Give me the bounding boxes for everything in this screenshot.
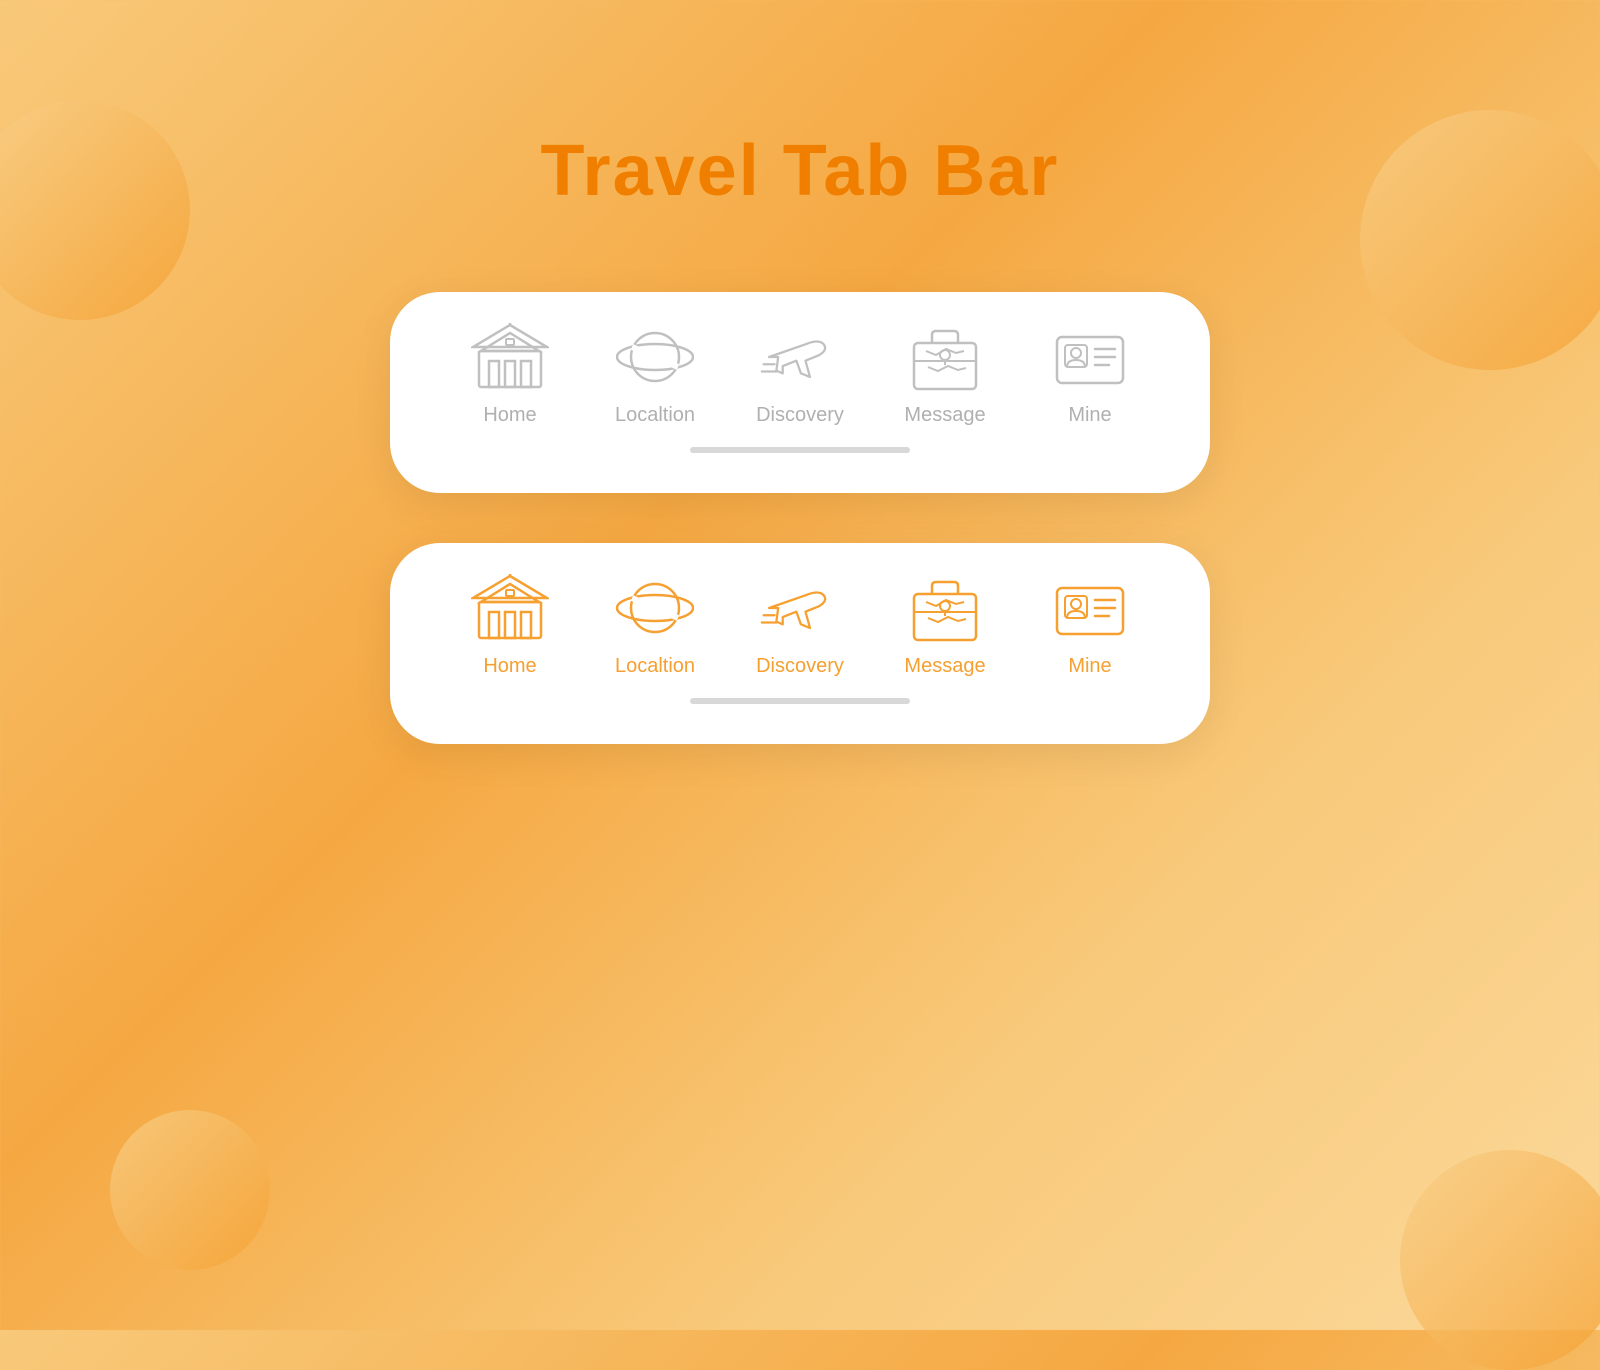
tab-location-active[interactable]: Localtion <box>595 573 715 678</box>
tab-home-inactive[interactable]: Home <box>450 322 570 427</box>
page-title: Travel Tab Bar <box>0 130 1600 212</box>
message-label-active: Message <box>904 655 985 678</box>
location-icon-active <box>615 573 695 643</box>
discovery-label-inactive: Discovery <box>756 404 844 427</box>
active-tab-bar: Home Localtion <box>390 543 1210 744</box>
location-label-active: Localtion <box>615 655 695 678</box>
tab-discovery-active[interactable]: Discovery <box>740 573 860 678</box>
mine-icon-inactive <box>1050 322 1130 392</box>
message-label-inactive: Message <box>904 404 985 427</box>
location-label-inactive: Localtion <box>615 404 695 427</box>
decorative-circle-bottom-right <box>1400 1150 1600 1370</box>
discovery-icon-active <box>760 573 840 643</box>
location-icon-inactive <box>615 322 695 392</box>
tab-message-active[interactable]: Message <box>885 573 1005 678</box>
home-icon-active <box>470 573 550 643</box>
message-icon-active <box>905 573 985 643</box>
tab-location-inactive[interactable]: Localtion <box>595 322 715 427</box>
home-label-inactive: Home <box>483 404 536 427</box>
active-tab-indicator <box>690 698 910 704</box>
tab-mine-active[interactable]: Mine <box>1030 573 1150 678</box>
inactive-tab-bar: Home Localtion <box>390 292 1210 493</box>
tab-discovery-inactive[interactable]: Discovery <box>740 322 860 427</box>
mine-label-active: Mine <box>1068 655 1111 678</box>
discovery-label-active: Discovery <box>756 655 844 678</box>
home-icon-inactive <box>470 322 550 392</box>
message-icon-inactive <box>905 322 985 392</box>
decorative-circle-bottom-left <box>110 1110 270 1270</box>
active-tab-bar-container: Home Localtion <box>0 543 1600 744</box>
inactive-tab-bar-container: Home Localtion <box>0 292 1600 493</box>
home-label-active: Home <box>483 655 536 678</box>
tab-mine-inactive[interactable]: Mine <box>1030 322 1150 427</box>
tab-message-inactive[interactable]: Message <box>885 322 1005 427</box>
tab-home-active[interactable]: Home <box>450 573 570 678</box>
inactive-tab-indicator <box>690 447 910 453</box>
discovery-icon-inactive <box>760 322 840 392</box>
active-tab-items: Home Localtion <box>450 573 1150 678</box>
mine-label-inactive: Mine <box>1068 404 1111 427</box>
mine-icon-active <box>1050 573 1130 643</box>
inactive-tab-items: Home Localtion <box>450 322 1150 427</box>
